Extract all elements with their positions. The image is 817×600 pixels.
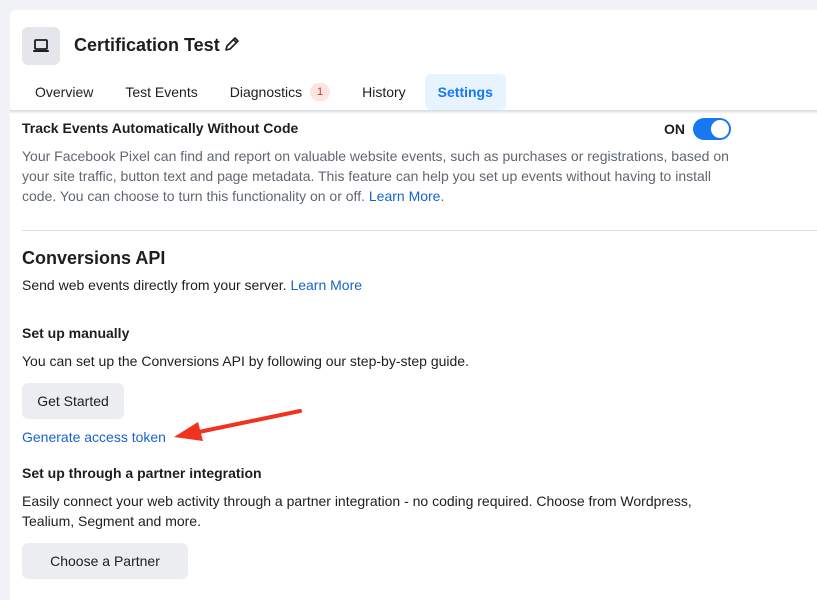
notification-badge: 1	[310, 83, 331, 101]
auto-events-toggle-group: ON	[664, 118, 731, 140]
conversions-api-description: Send web events directly from your serve…	[22, 275, 362, 295]
generate-access-token-link[interactable]: Generate access token	[22, 427, 166, 447]
track-events-learn-more-link[interactable]: Learn More	[369, 188, 441, 204]
tab-label: Settings	[437, 84, 493, 100]
tab-bar: Overview Test Events Diagnostics 1 Histo…	[22, 74, 512, 110]
tab-history[interactable]: History	[349, 74, 419, 110]
tab-settings[interactable]: Settings	[424, 74, 506, 110]
tab-label: Overview	[35, 84, 94, 100]
header-divider	[10, 110, 817, 114]
setup-manually-heading: Set up manually	[22, 325, 130, 341]
toggle-label: ON	[664, 121, 685, 137]
track-events-description: Your Facebook Pixel can find and report …	[22, 146, 734, 206]
tab-overview[interactable]: Overview	[22, 74, 106, 110]
section-divider	[22, 230, 817, 231]
tab-label: Diagnostics	[229, 84, 303, 100]
laptop-icon	[22, 27, 60, 65]
pencil-icon[interactable]	[222, 34, 242, 54]
tab-label: History	[362, 84, 406, 100]
conversions-api-learn-more-link[interactable]: Learn More	[290, 277, 362, 293]
partner-integration-heading: Set up through a partner integration	[22, 465, 262, 481]
choose-partner-button[interactable]: Choose a Partner	[22, 543, 188, 579]
tab-test-events[interactable]: Test Events	[112, 74, 210, 110]
get-started-button[interactable]: Get Started	[22, 383, 124, 419]
annotation-arrow-icon	[174, 409, 302, 441]
auto-events-toggle[interactable]	[693, 118, 731, 140]
period-text: .	[440, 188, 445, 204]
conversions-api-heading: Conversions API	[22, 248, 166, 268]
description-text: Send web events directly from your serve…	[22, 277, 291, 293]
toggle-knob	[711, 120, 729, 138]
page-title: Certification Test	[74, 35, 220, 55]
settings-card: Certification Test Overview Test Events …	[10, 10, 817, 600]
partner-integration-description: Easily connect your web activity through…	[22, 493, 692, 529]
tab-diagnostics[interactable]: Diagnostics 1	[217, 74, 343, 110]
setup-manually-description: You can set up the Conversions API by fo…	[22, 353, 469, 369]
track-events-heading: Track Events Automatically Without Code	[22, 120, 299, 136]
tab-label: Test Events	[125, 84, 198, 100]
